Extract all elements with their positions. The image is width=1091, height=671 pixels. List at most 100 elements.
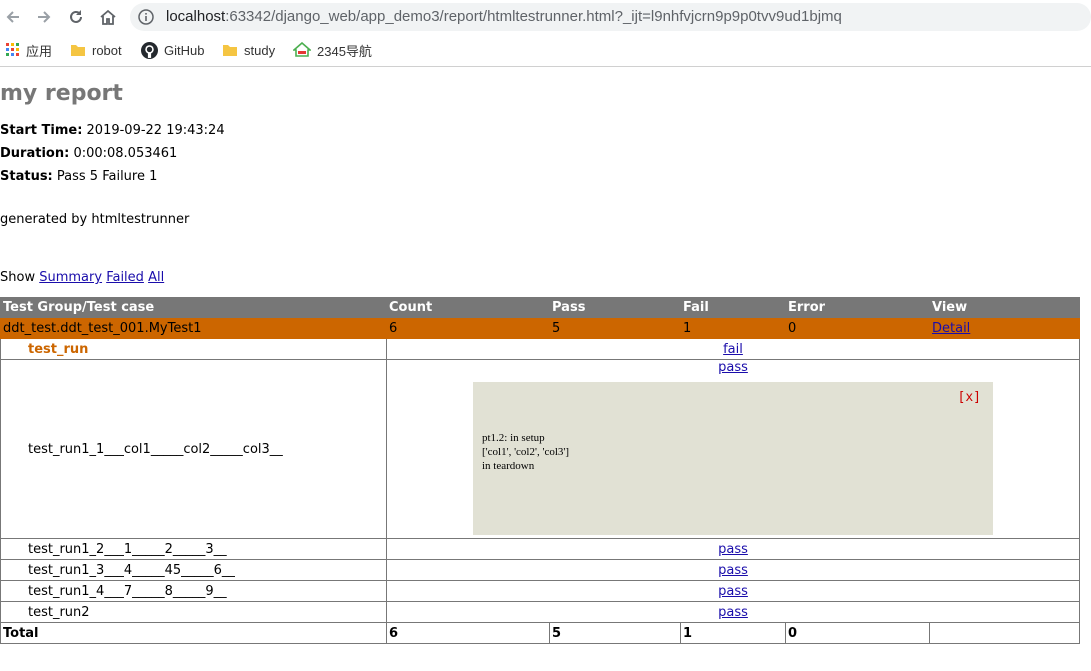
table-header-row: Test Group/Test case Count Pass Fail Err… <box>0 297 1080 318</box>
case-name: test_run1_2___1_____2_____3__ <box>28 541 227 557</box>
case-name: test_run <box>28 341 89 357</box>
status-link[interactable]: pass <box>718 584 748 599</box>
class-view: Detail <box>929 317 1080 339</box>
bookmark-robot[interactable]: robot <box>70 40 122 60</box>
bookmark-study[interactable]: study <box>222 40 275 60</box>
report-description: generated by htmltestrunner <box>0 212 190 227</box>
case-name-cell: test_run1_3___4_____45_____6__ <box>0 559 387 581</box>
apps-grid-icon <box>6 43 19 56</box>
case-name: test_run1_4___7_____8_____9__ <box>28 583 227 599</box>
case-name-cell: test_run1_2___1_____2_____3__ <box>0 538 387 560</box>
header-cell: Count <box>386 297 550 318</box>
result-table: Test Group/Test case Count Pass Fail Err… <box>0 297 1080 644</box>
folder-icon <box>223 45 237 56</box>
case-name-cell: test_run2 <box>0 601 387 623</box>
show-filter: Show Summary Failed All <box>0 270 164 285</box>
case-name-cell: test_run <box>0 338 387 360</box>
folder-icon <box>71 45 85 56</box>
total-count: 6 <box>386 622 550 644</box>
table-row: test_run1_3___4_____45_____6__ pass <box>0 559 1080 581</box>
report-page: my report Start Time: 2019-09-22 19:43:2… <box>0 67 1091 671</box>
bookmark-label: GitHub <box>164 42 205 58</box>
status-link[interactable]: pass <box>718 563 748 578</box>
total-pass: 5 <box>549 622 681 644</box>
home-button[interactable] <box>96 5 120 29</box>
bookmarks-bar: 应用 robot GitHub study 2345导航 <box>0 34 1091 67</box>
duration-label: Duration: <box>0 146 70 161</box>
start-time-attr: Start Time: 2019-09-22 19:43:24 <box>0 123 225 138</box>
case-name-cell: test_run1_4___7_____8_____9__ <box>0 580 387 602</box>
popup-output-text: pt1.2: in setup ['col1', 'col2', 'col3']… <box>482 432 570 472</box>
case-name: test_run2 <box>28 604 90 620</box>
show-summary-link[interactable]: Summary <box>39 270 102 285</box>
back-arrow-icon <box>6 11 19 23</box>
popup-close-button[interactable]: [x] <box>958 390 981 405</box>
forward-arrow-icon <box>38 11 51 23</box>
url-path: :63342/django_web/app_demo3/report/htmlt… <box>225 8 842 25</box>
total-label: Total <box>0 622 387 644</box>
bookmark-2345[interactable]: 2345导航 <box>293 40 372 60</box>
case-status-cell: pass <box>386 559 1080 581</box>
header-cell: View <box>929 297 1080 318</box>
site-info-icon[interactable] <box>138 9 154 30</box>
header-cell: Fail <box>680 297 786 318</box>
class-name: ddt_test.ddt_test_001.MyTest1 <box>0 317 387 339</box>
2345-logo-icon <box>293 42 311 57</box>
case-name: test_run1_1___col1_____col2_____col3__ <box>28 441 283 457</box>
header-cell: Test Group/Test case <box>0 297 387 318</box>
github-icon <box>141 41 158 59</box>
class-error: 0 <box>785 317 930 339</box>
bookmark-label: 应用 <box>26 43 53 59</box>
test-class-row: ddt_test.ddt_test_001.MyTest1 6 5 1 0 De… <box>0 317 1080 339</box>
class-pass: 5 <box>549 317 681 339</box>
class-fail: 1 <box>680 317 786 339</box>
case-status-cell: pass <box>386 538 1080 560</box>
status-attr: Status: Pass 5 Failure 1 <box>0 169 157 184</box>
case-name-cell: test_run1_1___col1_____col2_____col3__ <box>0 359 387 539</box>
reload-button[interactable] <box>64 5 88 29</box>
table-row: test_run2 pass <box>0 601 1080 623</box>
forward-button[interactable] <box>32 5 56 29</box>
bookmark-apps[interactable]: 应用 <box>6 40 52 60</box>
case-status-cell: pass <box>386 580 1080 602</box>
show-all-link[interactable]: All <box>148 270 164 285</box>
url-text: localhost:63342/django_web/app_demo3/rep… <box>166 8 842 25</box>
bookmark-label: study <box>244 42 276 58</box>
header-cell: Error <box>785 297 930 318</box>
status-value: Pass 5 Failure 1 <box>56 169 158 184</box>
total-row: Total 6 5 1 0 <box>0 622 1080 644</box>
table-row: test_run1_2___1_____2_____3__ pass <box>0 538 1080 560</box>
back-button[interactable] <box>1 5 25 29</box>
duration-attr: Duration: 0:00:08.053461 <box>0 146 177 161</box>
status-link[interactable]: pass <box>718 360 748 375</box>
status-link[interactable]: pass <box>718 542 748 557</box>
output-popup: [x] pt1.2: in setup ['col1', 'col2', 'co… <box>473 382 993 535</box>
table-row: test_run1_4___7_____8_____9__ pass <box>0 580 1080 602</box>
report-title: my report <box>0 81 123 106</box>
duration-value: 0:00:08.053461 <box>73 146 178 161</box>
header-cell: Pass <box>549 297 681 318</box>
address-bar[interactable]: localhost:63342/django_web/app_demo3/rep… <box>130 3 1091 31</box>
start-time-value: 2019-09-22 19:43:24 <box>86 123 225 138</box>
case-name: test_run1_3___4_____45_____6__ <box>28 562 235 578</box>
total-view <box>929 622 1080 644</box>
case-status-cell: pass [x] pt1.2: in setup ['col1', 'col2'… <box>386 359 1080 539</box>
case-status-cell: pass <box>386 601 1080 623</box>
detail-link[interactable]: Detail <box>932 321 970 336</box>
start-time-label: Start Time: <box>0 123 83 138</box>
table-row: test_run fail <box>0 338 1080 360</box>
case-status-cell: fail <box>386 338 1080 360</box>
show-label: Show <box>0 270 36 285</box>
url-host: localhost <box>166 8 226 25</box>
show-failed-link[interactable]: Failed <box>106 270 144 285</box>
status-label: Status: <box>0 169 53 184</box>
bookmark-label: 2345导航 <box>317 43 372 59</box>
total-fail: 1 <box>680 622 786 644</box>
reload-icon <box>70 10 82 23</box>
bookmark-label: robot <box>92 42 122 58</box>
status-link[interactable]: pass <box>718 605 748 620</box>
status-link[interactable]: fail <box>723 342 743 357</box>
bookmark-github[interactable]: GitHub <box>141 40 204 60</box>
table-row: test_run1_1___col1_____col2_____col3__ p… <box>0 359 1080 539</box>
total-error: 0 <box>785 622 930 644</box>
